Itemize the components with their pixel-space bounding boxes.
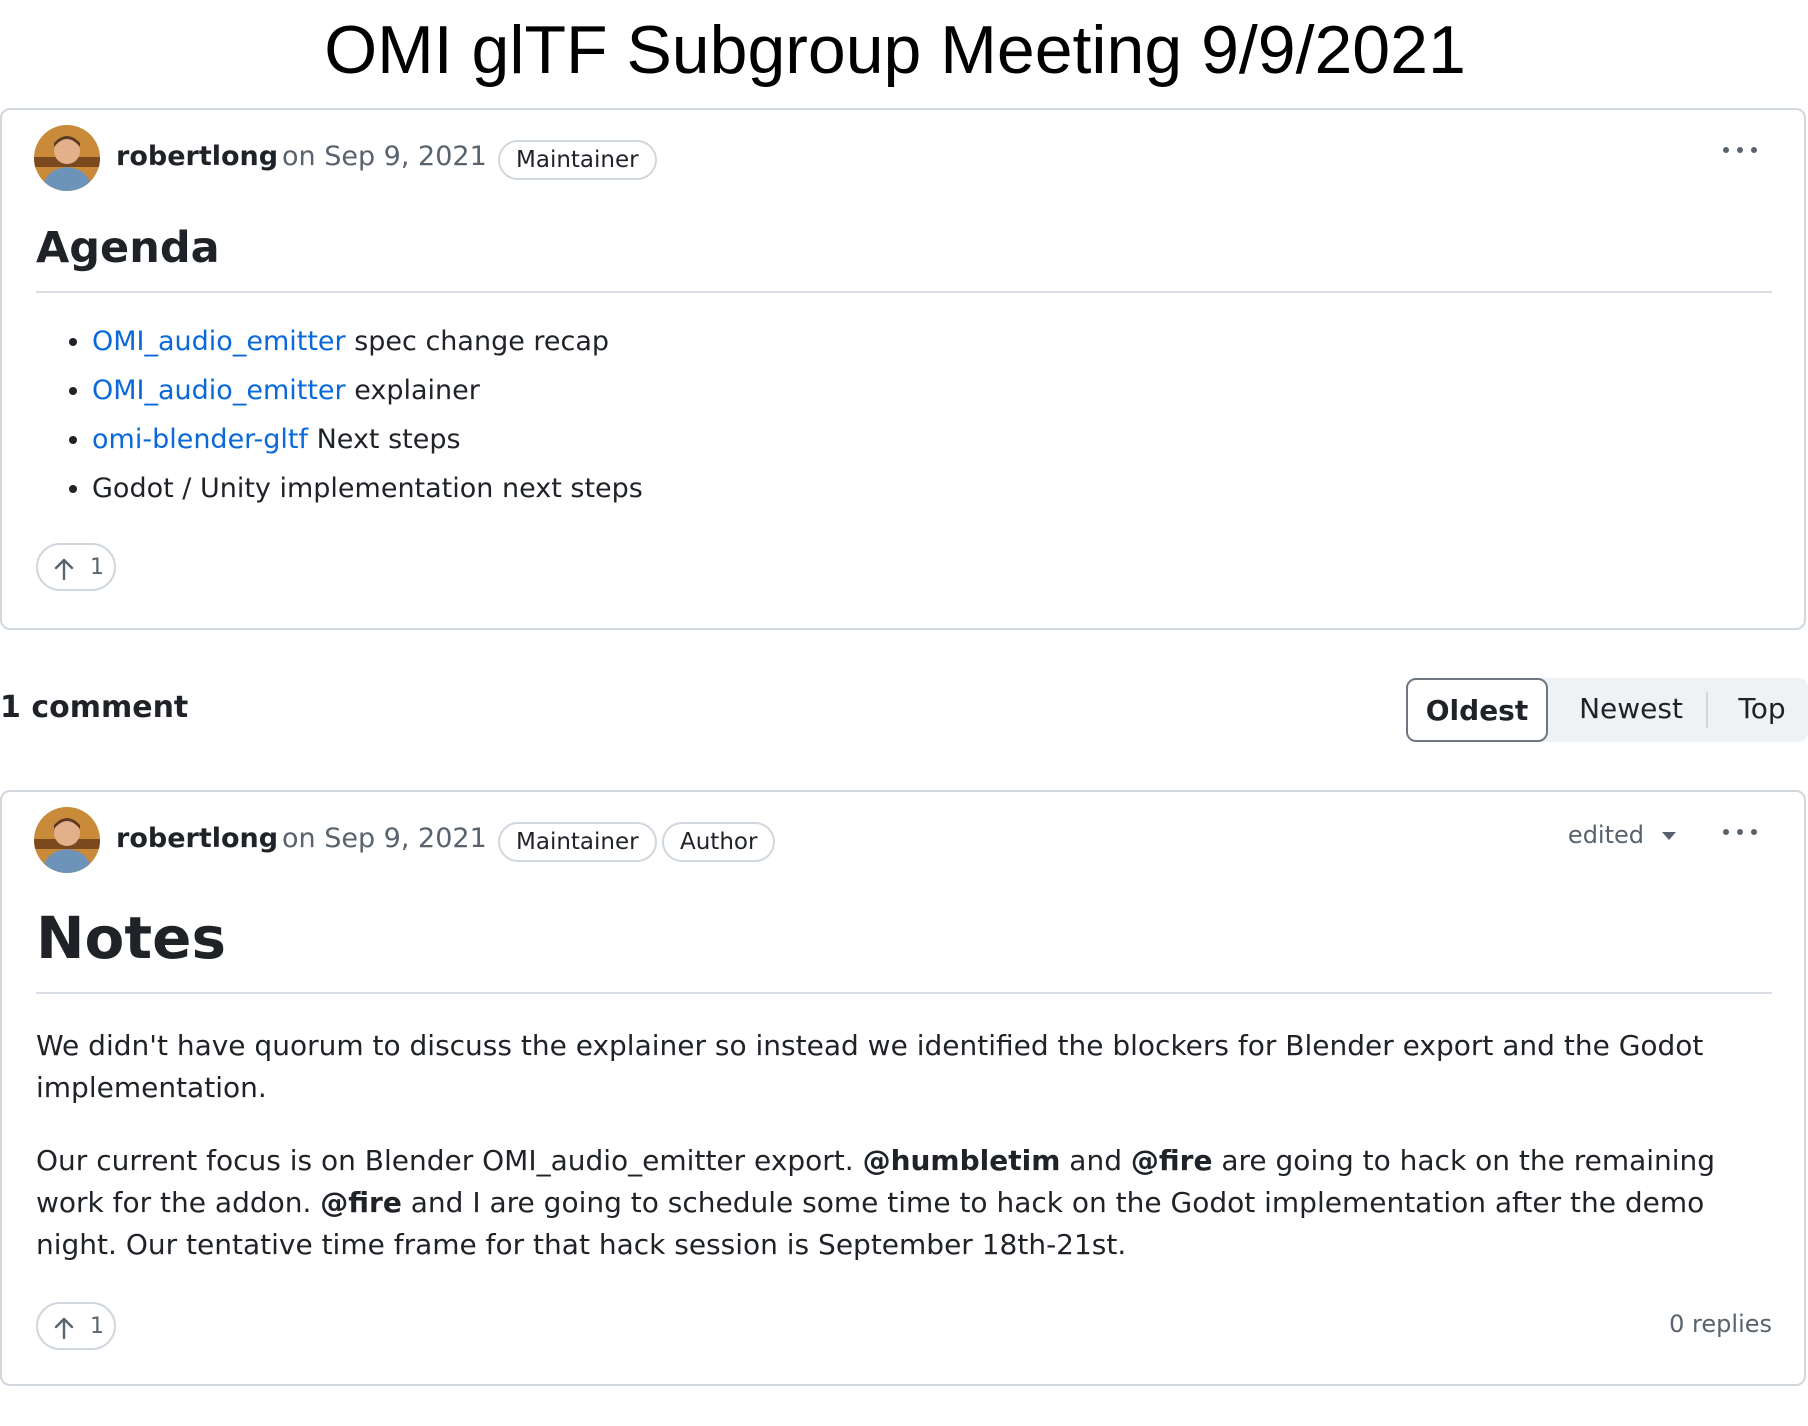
post-date[interactable]: on Sep 9, 2021 [282, 141, 487, 172]
upvote-count: 1 [90, 555, 104, 580]
list-item: OMI_audio_emitter spec change recap [92, 317, 643, 366]
upvote-count: 1 [90, 1314, 104, 1339]
agenda-list: OMI_audio_emitter spec change recap OMI_… [60, 317, 643, 513]
more-options-icon[interactable] [1721, 822, 1759, 842]
user-mention[interactable]: @fire [320, 1186, 402, 1219]
avatar[interactable] [34, 125, 100, 191]
author-name[interactable]: robertlong [116, 141, 278, 172]
upvote-button[interactable]: 1 [36, 543, 116, 591]
upvote-button[interactable]: 1 [36, 1302, 116, 1350]
comment-paragraph: Our current focus is on Blender OMI_audi… [36, 1144, 1716, 1261]
list-item: Godot / Unity implementation next steps [92, 464, 643, 513]
sort-control: Oldest Newest Top [1406, 678, 1808, 742]
caret-down-icon [1662, 832, 1676, 840]
list-item: OMI_audio_emitter explainer [92, 366, 643, 415]
maintainer-badge: Maintainer [498, 822, 657, 862]
section-heading: Notes [36, 904, 226, 972]
more-options-icon[interactable] [1721, 140, 1759, 160]
arrow-up-icon [54, 1317, 74, 1340]
user-mention[interactable]: @humbletim [863, 1144, 1061, 1177]
comment-date[interactable]: on Sep 9, 2021 [282, 823, 487, 854]
author-name[interactable]: robertlong [116, 823, 278, 854]
sort-top-button[interactable]: Top [1716, 678, 1808, 742]
comment-paragraph: We didn't have quorum to discuss the exp… [36, 1029, 1704, 1104]
agenda-link[interactable]: OMI_audio_emitter [92, 326, 346, 357]
section-heading: Agenda [36, 223, 220, 273]
page-title: OMI glTF Subgroup Meeting 9/9/2021 [324, 12, 1466, 88]
agenda-link[interactable]: OMI_audio_emitter [92, 375, 346, 406]
replies-count[interactable]: 0 replies [1669, 1310, 1772, 1338]
divider [36, 291, 1772, 293]
sort-newest-button[interactable]: Newest [1556, 678, 1706, 742]
agenda-link[interactable]: omi-blender-gltf [92, 424, 308, 455]
maintainer-badge: Maintainer [498, 140, 657, 180]
avatar[interactable] [34, 807, 100, 873]
sort-oldest-button[interactable]: Oldest [1406, 678, 1548, 742]
arrow-up-icon [54, 558, 74, 581]
author-badge: Author [662, 822, 776, 862]
list-item: omi-blender-gltf Next steps [92, 415, 643, 464]
divider [36, 992, 1772, 994]
comment-card: robertlong on Sep 9, 2021 Maintainer Aut… [0, 790, 1806, 1386]
divider [1706, 692, 1708, 728]
user-mention[interactable]: @fire [1131, 1144, 1213, 1177]
comments-count: 1 comment [0, 690, 189, 725]
edited-dropdown[interactable]: edited [1568, 821, 1676, 849]
discussion-post: robertlong on Sep 9, 2021 Maintainer Age… [0, 108, 1806, 630]
